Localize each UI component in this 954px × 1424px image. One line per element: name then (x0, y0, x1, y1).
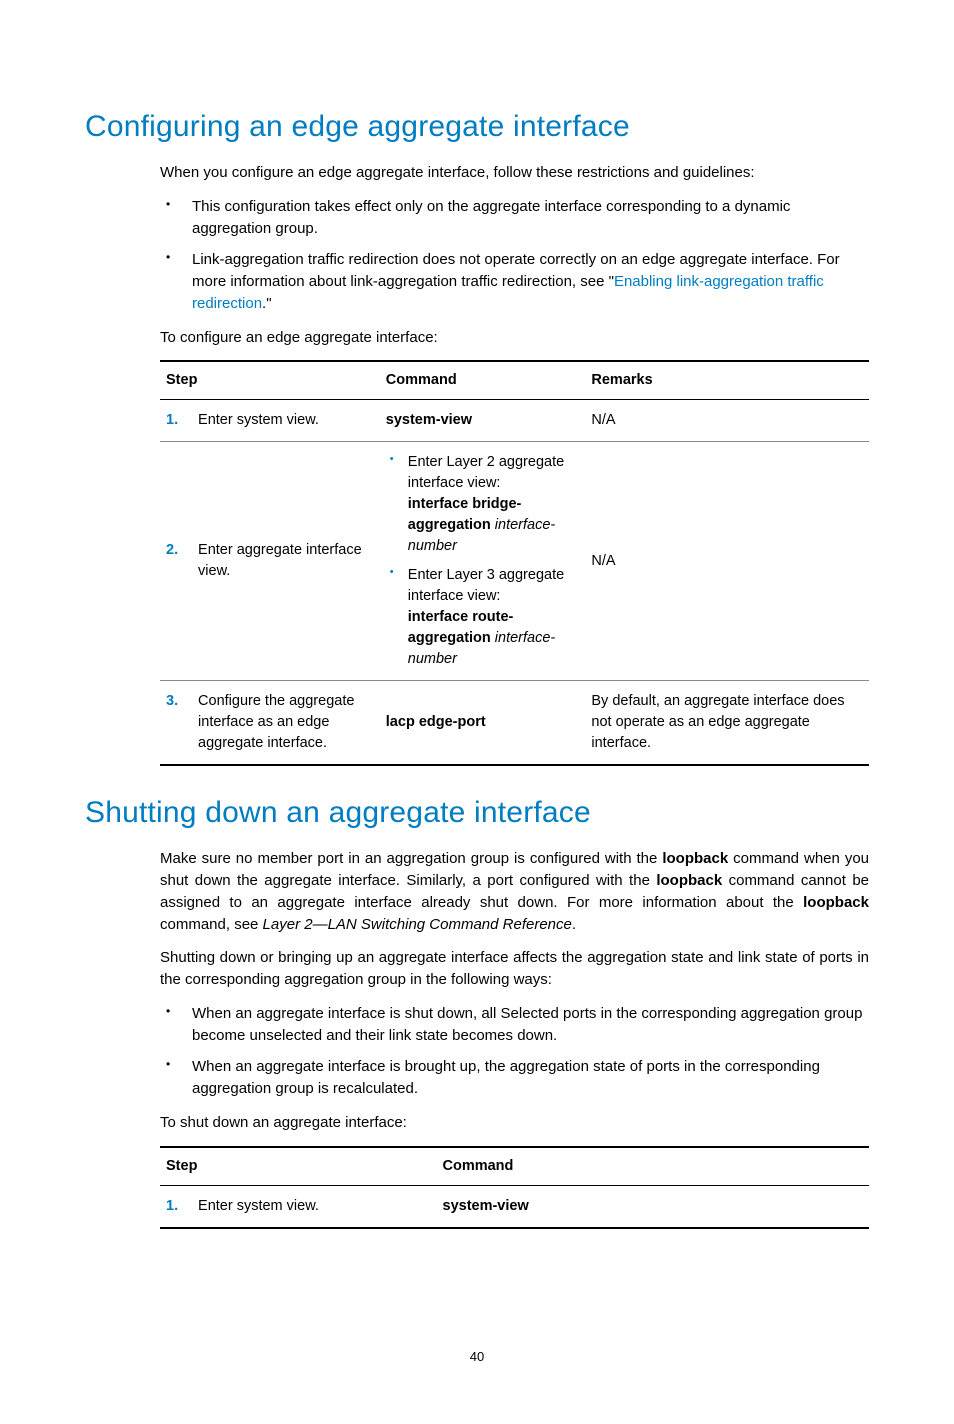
table-row: 2. Enter aggregate interface view. Enter… (160, 442, 869, 681)
table-row: 3. Configure the aggregate interface as … (160, 681, 869, 766)
command-label: Enter Layer 2 aggregate interface view: (408, 454, 564, 491)
col-step: Step (160, 361, 380, 400)
section1-guidelines-list: This configuration takes effect only on … (160, 196, 869, 315)
section1-intro: When you configure an edge aggregate int… (160, 162, 869, 184)
step-text: Configure the aggregate interface as an … (198, 691, 372, 754)
section1-title: Configuring an edge aggregate interface (85, 110, 869, 144)
effect-item: When an aggregate interface is brought u… (160, 1056, 869, 1100)
table-row: 1. Enter system view. system-view (160, 1185, 869, 1228)
command-options-list: Enter Layer 2 aggregate interface view: … (386, 452, 580, 670)
procedure-table-2: Step Command 1. Enter system view. syste… (160, 1146, 869, 1229)
remarks-text: N/A (585, 442, 869, 681)
reference-title: Layer 2—LAN Switching Command Reference (263, 916, 572, 933)
guideline-text: ." (262, 295, 272, 312)
loopback-keyword: loopback (656, 872, 722, 889)
table-row: 1. Enter system view. system-view N/A (160, 400, 869, 442)
section2-para1: Make sure no member port in an aggregati… (160, 848, 869, 935)
page-content: Configuring an edge aggregate interface … (0, 0, 954, 1424)
section1-body: When you configure an edge aggregate int… (160, 162, 869, 766)
loopback-keyword: loopback (662, 850, 728, 867)
col-command: Command (437, 1147, 870, 1186)
command-option: Enter Layer 2 aggregate interface view: … (386, 452, 580, 557)
command-option: Enter Layer 3 aggregate interface view: … (386, 565, 580, 670)
loopback-keyword: loopback (803, 894, 869, 911)
col-step: Step (160, 1147, 437, 1186)
page-number: 40 (85, 1349, 869, 1364)
procedure-table-1: Step Command Remarks 1. Enter system vie… (160, 360, 869, 766)
command-label: Enter Layer 3 aggregate interface view: (408, 567, 564, 604)
remarks-text: By default, an aggregate interface does … (585, 681, 869, 766)
remarks-text: N/A (585, 400, 869, 442)
step-number: 3. (166, 691, 194, 712)
guideline-item: This configuration takes effect only on … (160, 196, 869, 240)
command-text: lacp edge-port (386, 714, 486, 730)
step-number: 1. (166, 410, 194, 431)
section2-title: Shutting down an aggregate interface (85, 796, 869, 830)
step-text: Enter aggregate interface view. (198, 540, 372, 582)
section2-lead: To shut down an aggregate interface: (160, 1112, 869, 1134)
section1-lead: To configure an edge aggregate interface… (160, 327, 869, 349)
col-command: Command (380, 361, 586, 400)
guideline-item: Link-aggregation traffic redirection doe… (160, 249, 869, 314)
step-number: 1. (166, 1196, 194, 1217)
step-text: Enter system view. (198, 1196, 429, 1217)
command-text: system-view (386, 412, 472, 428)
step-text: Enter system view. (198, 410, 372, 431)
col-remarks: Remarks (585, 361, 869, 400)
step-number: 2. (166, 540, 194, 561)
section2-effects-list: When an aggregate interface is shut down… (160, 1003, 869, 1100)
command-text: system-view (443, 1198, 529, 1214)
section2-para2: Shutting down or bringing up an aggregat… (160, 947, 869, 991)
section2-body: Make sure no member port in an aggregati… (160, 848, 869, 1228)
effect-item: When an aggregate interface is shut down… (160, 1003, 869, 1047)
